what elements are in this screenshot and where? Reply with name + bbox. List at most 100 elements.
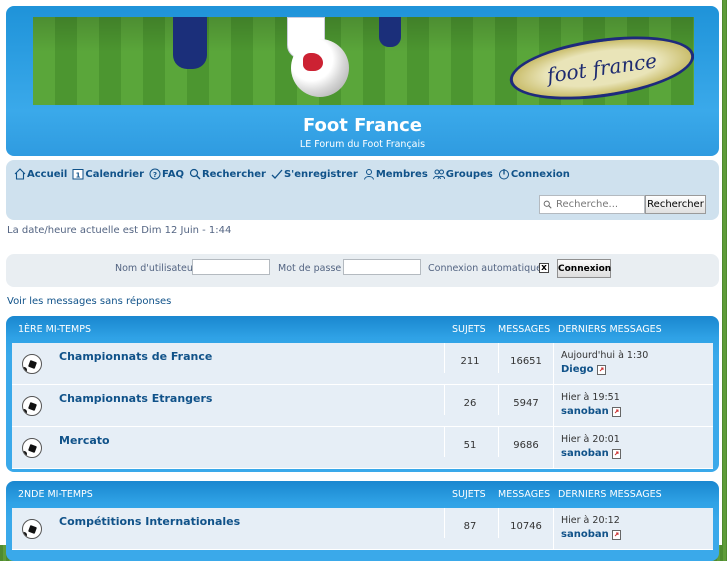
banner-football-image [291,39,349,97]
view-latest-post-icon[interactable] [611,529,622,540]
nav-item-label: S'enregistrer [283,168,358,180]
last-post-time: Hier à 20:01 [561,434,620,445]
header-banner[interactable]: foot france [33,17,694,105]
forum-title[interactable]: Championnats de France [59,350,212,363]
site-description: LE Forum du Foot Français [299,139,426,150]
last-post-time: Aujourd'hui à 1:30 [561,350,649,361]
username-label: Nom d'utilisateur : [115,263,203,274]
forum-last-post: Aujourd'hui à 1:30 Diego [553,343,711,384]
football-icon [22,396,42,416]
members-icon [363,169,374,180]
svg-text:?: ? [153,171,157,179]
nav-item-label: FAQ [162,168,184,180]
view-latest-post-icon[interactable] [596,364,607,375]
login-icon [498,169,509,180]
forum-row: Championnats Etrangers 26 5947 Hier à 19… [12,385,713,427]
login-button[interactable]: Connexion [557,259,611,278]
page: foot france Foot France LE Forum du Foot… [0,0,722,561]
category-title[interactable]: 1ÈRE MI-TEMPS [18,324,91,335]
search-button[interactable]: Rechercher [645,195,706,214]
auto-login-label: Connexion automatique : [428,263,549,274]
groups-icon [432,169,445,180]
last-post-author[interactable]: sanoban [561,406,622,417]
last-post-author-name[interactable]: sanoban [561,529,609,540]
forum-category: 1ÈRE MI-TEMPS SUJETS MESSAGES DERNIERS M… [6,316,719,472]
forum-list: Compétitions Internationales 87 10746 Hi… [12,508,713,550]
last-post-author[interactable]: Diego [561,364,607,375]
nav-item-label: Rechercher [201,168,266,180]
football-icon [22,354,42,374]
forum-post-count: 16651 [498,343,553,373]
faq-icon: ? [149,168,161,180]
forum-post-count: 9686 [498,427,553,457]
username-field[interactable] [192,259,270,275]
view-latest-post-icon[interactable] [611,448,622,459]
login-bar: Nom d'utilisateur : Mot de passe : Conne… [6,254,719,287]
forum-last-post: Hier à 19:51 sanoban [553,385,711,426]
calendar-icon: 1 [72,169,84,180]
category-title[interactable]: 2NDE MI-TEMPS [18,489,93,500]
nav-item-label: Calendrier [85,168,145,180]
nav-item-register[interactable]: S'enregistrer [271,168,358,180]
nav-item-label: Connexion [510,168,570,180]
forum-row: Mercato 51 9686 Hier à 20:01 sanoban [12,427,713,469]
forum-topic-count: 211 [444,343,495,373]
view-latest-post-icon[interactable] [611,406,622,417]
football-icon [22,519,42,539]
nav-links: Accueil 1 Calendrier ? FAQ Rechercher S'… [14,168,575,180]
forum-list: Championnats de France 211 16651 Aujourd… [12,343,713,469]
search-icon [543,200,552,209]
forum-post-count: 10746 [498,508,553,538]
last-post-author[interactable]: sanoban [561,529,622,540]
forum-row: Compétitions Internationales 87 10746 Hi… [12,508,713,550]
svg-text:1: 1 [76,172,81,180]
forum-post-count: 5947 [498,385,553,415]
nav-item-faq[interactable]: ? FAQ [149,168,184,180]
last-post-author[interactable]: sanoban [561,448,622,459]
column-posts: MESSAGES [498,324,551,335]
last-post-author-name[interactable]: Diego [561,364,594,375]
search-icon [189,168,201,180]
site-title[interactable]: Foot France [6,115,719,136]
search-input[interactable] [554,198,644,211]
last-post-author-name[interactable]: sanoban [561,448,609,459]
forum-title[interactable]: Mercato [59,434,110,447]
nav-item-groupes[interactable]: Groupes [432,168,493,180]
nav-item-label: Membres [375,168,428,180]
navbar: Accueil 1 Calendrier ? FAQ Rechercher S'… [6,160,719,220]
category-header: 1ÈRE MI-TEMPS SUJETS MESSAGES DERNIERS M… [6,324,719,338]
last-post-time: Hier à 19:51 [561,392,620,403]
forum-topic-count: 87 [444,508,495,538]
forum-title[interactable]: Compétitions Internationales [59,515,240,528]
register-icon [271,169,283,179]
nav-item-connexion[interactable]: Connexion [498,168,570,180]
forum-last-post: Hier à 20:12 sanoban [553,508,711,549]
nav-item-label: Accueil [27,168,68,180]
column-posts: MESSAGES [498,489,551,500]
banner-player-leg [173,17,207,69]
nav-item-membres[interactable]: Membres [363,168,428,180]
password-field[interactable] [343,259,421,275]
column-last-posts: DERNIERS MESSAGES [558,324,662,335]
last-post-author-name[interactable]: sanoban [561,406,609,417]
forum-topic-count: 51 [444,427,495,457]
forum-row: Championnats de France 211 16651 Aujourd… [12,343,713,385]
auto-login-checkbox[interactable]: x [539,263,549,273]
column-last-posts: DERNIERS MESSAGES [558,489,662,500]
password-label: Mot de passe : [278,263,348,274]
site-logo: foot france [505,26,694,105]
forum-last-post: Hier à 20:01 sanoban [553,427,711,468]
football-icon [22,438,42,458]
nav-item-calendrier[interactable]: 1 Calendrier [72,168,144,180]
nav-item-rechercher[interactable]: Rechercher [189,168,266,180]
site-header: foot france Foot France LE Forum du Foot… [6,6,719,156]
forum-category: 2NDE MI-TEMPS SUJETS MESSAGES DERNIERS M… [6,481,719,561]
forum-title[interactable]: Championnats Etrangers [59,392,212,405]
forum-topic-count: 26 [444,385,495,415]
unanswered-posts-link[interactable]: Voir les messages sans réponses [7,296,171,307]
last-post-time: Hier à 20:12 [561,515,620,526]
category-header: 2NDE MI-TEMPS SUJETS MESSAGES DERNIERS M… [6,489,719,503]
column-topics: SUJETS [452,489,486,500]
search-input-wrapper [539,195,645,214]
nav-item-accueil[interactable]: Accueil [14,168,67,180]
